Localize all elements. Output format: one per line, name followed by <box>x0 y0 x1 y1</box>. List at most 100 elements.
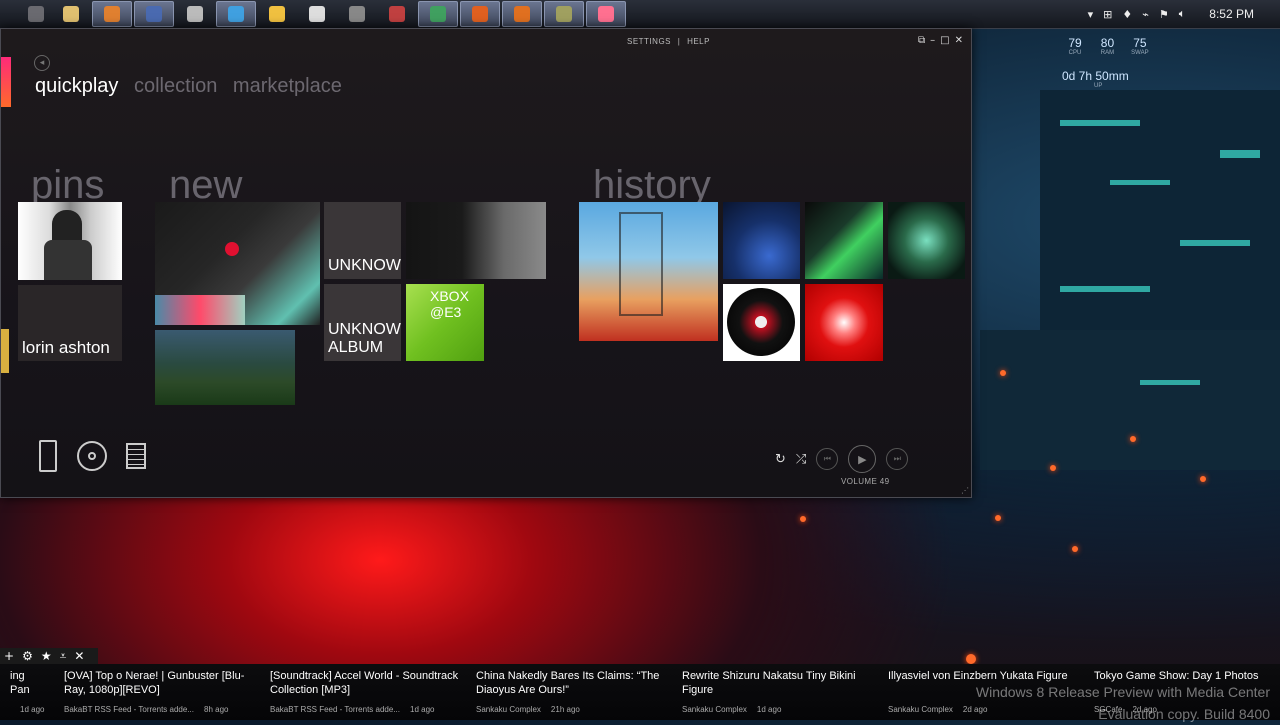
playback-controls: ↻ ⤮ ⏮ ▶ ⏭ <box>775 445 909 473</box>
ubuntu-icon[interactable] <box>460 1 500 27</box>
new-album-tile-landscape[interactable] <box>155 330 295 405</box>
history-album-3[interactable] <box>888 202 965 279</box>
city-building <box>1040 90 1280 350</box>
play-icon[interactable]: ▶ <box>848 445 877 473</box>
media-icon-glyph <box>309 6 325 22</box>
news-item[interactable]: Rewrite Shizuru Nakatsu Tiny Bikini Figu… <box>672 664 878 720</box>
taskbar-buttons <box>20 1 626 27</box>
resize-grip-icon[interactable]: ⋰ <box>961 486 969 495</box>
back-button[interactable]: ◂ <box>34 55 50 71</box>
nav-collection[interactable]: collection <box>134 75 217 97</box>
collapse-icon[interactable]: ⩡ <box>60 649 67 664</box>
history-album-red[interactable] <box>805 284 883 361</box>
news-meta: Sankaku Complex 1d ago <box>682 705 872 714</box>
window-light <box>1220 150 1260 158</box>
news-meta: Sankaku Complex 21h ago <box>476 705 666 714</box>
nav-quickplay[interactable]: quickplay <box>35 75 118 97</box>
start-orb-icon-glyph <box>28 6 44 22</box>
gear-icon[interactable]: ⚙ <box>22 649 33 663</box>
news-age: 1d ago <box>20 705 45 714</box>
volume-label[interactable]: VOLUME 49 <box>841 477 890 486</box>
xbox-line1: XBOX <box>430 288 469 304</box>
action-center-flag-icon[interactable]: ⚑ <box>1159 8 1169 21</box>
zune-icon-glyph <box>146 6 162 22</box>
news-item[interactable]: [OVA] Top o Nerae! | Gunbuster [Blu-Ray,… <box>54 664 260 720</box>
text-app-icon[interactable] <box>418 1 458 27</box>
start-orb-icon[interactable] <box>22 2 50 26</box>
pin-artist-tile[interactable]: lorin ashton <box>18 285 122 361</box>
device-icons <box>33 439 151 473</box>
clock[interactable]: 8:52 PM <box>1209 7 1254 21</box>
history-album-2[interactable] <box>805 202 883 279</box>
ubuntu-icon-glyph <box>472 6 488 22</box>
add-icon[interactable]: + <box>4 649 14 663</box>
explorer-icon[interactable] <box>52 2 90 26</box>
unknown-album-tile-2[interactable]: UNKNOW ALBUM <box>324 284 401 361</box>
history-album-daft-punk[interactable] <box>723 284 800 361</box>
window-light <box>1110 180 1170 185</box>
help-link[interactable]: HELP <box>687 37 710 46</box>
zune-window: ◂ SETTINGS | HELP ⧉ – □ ✕ quickplay coll… <box>0 28 972 498</box>
previous-icon[interactable]: ⏮ <box>816 448 839 470</box>
unknown-album-tile-1[interactable]: UNKNOW <box>324 202 401 279</box>
network-icon[interactable]: ⌁ <box>1142 8 1149 21</box>
pin-artist-photo-tile[interactable] <box>18 202 122 280</box>
skype-icon-glyph <box>228 6 244 22</box>
volume-icon[interactable]: 🔈︎ <box>1179 7 1186 21</box>
news-source: BakaBT RSS Feed - Torrents adde... <box>64 705 194 714</box>
history-album-1[interactable] <box>723 202 800 279</box>
ember <box>1072 546 1078 552</box>
swap-value: 75 <box>1133 36 1147 50</box>
steam-icon[interactable] <box>176 2 214 26</box>
tool-icon-glyph <box>556 6 572 22</box>
repeat-icon[interactable]: ↻ <box>775 452 786 467</box>
news-age: 1d ago <box>756 705 782 714</box>
dropbox-icon[interactable]: ♦ <box>1122 8 1132 21</box>
sticky-notes-icon[interactable] <box>258 2 296 26</box>
media-icon[interactable] <box>298 2 336 26</box>
accent-bar <box>1 57 11 107</box>
new-album-tile-large[interactable] <box>155 202 320 325</box>
news-source: Sankaku Complex <box>476 705 541 714</box>
news-item[interactable]: ing Pan 1d ago <box>0 664 54 720</box>
cpu-label: CPU <box>1068 50 1082 56</box>
new-album-tile-dark[interactable] <box>406 202 546 279</box>
sticky-notes-icon-glyph <box>269 6 285 22</box>
firefox-icon[interactable] <box>502 1 542 27</box>
history-album-large[interactable] <box>579 202 718 341</box>
next-icon[interactable]: ⏭ <box>886 448 909 470</box>
news-headline: [OVA] Top o Nerae! | Gunbuster [Blu-Ray,… <box>64 670 245 696</box>
top-links: SETTINGS | HELP <box>627 37 710 46</box>
tool-icon[interactable] <box>544 1 584 27</box>
photo-app-icon[interactable] <box>378 2 416 26</box>
minimize-icon[interactable]: – <box>930 35 935 46</box>
shuffle-icon[interactable]: ⤮ <box>796 452 806 467</box>
close-icon[interactable]: ✕ <box>74 649 84 663</box>
compact-mode-icon[interactable]: ⧉ <box>918 35 925 46</box>
phone-icon[interactable] <box>33 439 63 473</box>
news-item[interactable]: China Nakedly Bares Its Claims: “The Dia… <box>466 664 672 720</box>
news-item[interactable]: [Soundtrack] Accel World - Soundtrack Co… <box>260 664 466 720</box>
settings-link[interactable]: SETTINGS <box>627 37 671 46</box>
close-icon[interactable]: ✕ <box>955 35 963 46</box>
ember <box>1200 476 1206 482</box>
playlist-icon[interactable] <box>121 439 151 473</box>
unknown-album-label-2: UNKNOW ALBUM <box>328 321 401 356</box>
ticker-toolbar: + ⚙ ★ ⩡ ✕ <box>0 648 98 664</box>
itunes-icon-glyph <box>349 6 365 22</box>
link-separator: | <box>677 37 681 46</box>
ime-icon[interactable]: ⊞ <box>1103 8 1112 21</box>
xbox-e3-tile[interactable]: XBOX @E3 <box>406 284 484 361</box>
window-light <box>1140 380 1200 385</box>
pink-app-icon[interactable] <box>586 1 626 27</box>
disc-icon[interactable] <box>77 439 107 473</box>
news-headline: ing Pan <box>10 670 30 696</box>
itunes-icon[interactable] <box>338 2 376 26</box>
maximize-icon[interactable]: □ <box>940 35 949 46</box>
tray-arrow-icon[interactable]: ▾ <box>1088 8 1094 21</box>
star-icon[interactable]: ★ <box>41 649 52 663</box>
skype-icon[interactable] <box>216 1 256 27</box>
app-orange-icon[interactable] <box>92 1 132 27</box>
zune-icon[interactable] <box>134 1 174 27</box>
nav-marketplace[interactable]: marketplace <box>233 75 342 97</box>
